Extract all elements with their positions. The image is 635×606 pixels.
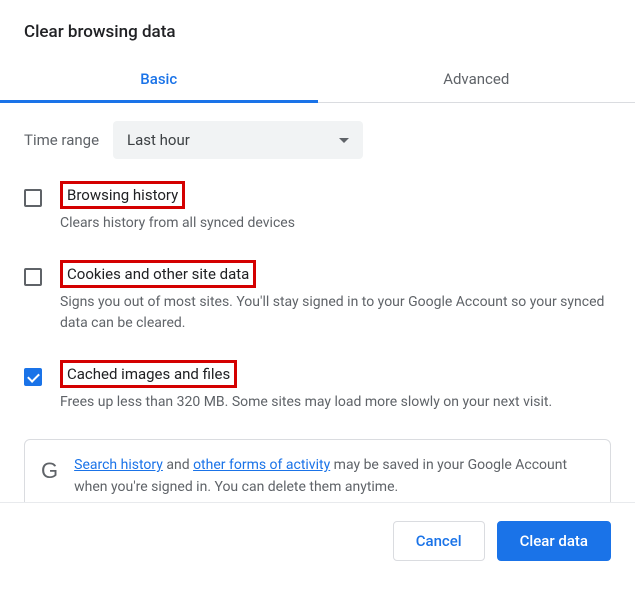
tab-basic[interactable]: Basic xyxy=(0,56,318,102)
checkbox-browsing-history[interactable] xyxy=(24,189,42,207)
cancel-button[interactable]: Cancel xyxy=(393,521,485,561)
info-text: Search history and other forms of activi… xyxy=(74,454,594,499)
option-cookies: Cookies and other site data Signs you ou… xyxy=(24,260,611,334)
option-desc: Signs you out of most sites. You'll stay… xyxy=(60,292,611,334)
option-cached: Cached images and files Frees up less th… xyxy=(24,360,611,413)
footer: Cancel Clear data xyxy=(0,503,635,579)
info-box: G Search history and other forms of acti… xyxy=(24,439,611,503)
link-search-history[interactable]: Search history xyxy=(74,457,163,473)
option-title: Cached images and files xyxy=(60,360,237,388)
option-desc: Clears history from all synced devices xyxy=(60,213,611,234)
tabs: Basic Advanced xyxy=(0,56,635,103)
info-text-part: and xyxy=(163,457,193,473)
checkbox-cookies[interactable] xyxy=(24,268,42,286)
option-desc: Frees up less than 320 MB. Some sites ma… xyxy=(60,392,611,413)
option-title: Cookies and other site data xyxy=(60,260,256,288)
option-title: Browsing history xyxy=(60,181,185,209)
time-range-row: Time range Last hour xyxy=(24,121,611,159)
time-range-value: Last hour xyxy=(127,131,190,149)
clear-data-button[interactable]: Clear data xyxy=(497,521,611,561)
tab-advanced[interactable]: Advanced xyxy=(318,56,635,102)
google-icon: G xyxy=(41,458,58,484)
chevron-down-icon xyxy=(339,138,349,143)
checkbox-cached[interactable] xyxy=(24,368,42,386)
option-browsing-history: Browsing history Clears history from all… xyxy=(24,181,611,234)
scroll-area[interactable]: Time range Last hour Browsing history Cl… xyxy=(0,103,635,503)
time-range-label: Time range xyxy=(24,131,99,149)
link-other-activity[interactable]: other forms of activity xyxy=(193,457,330,473)
time-range-select[interactable]: Last hour xyxy=(113,121,363,159)
dialog-title: Clear browsing data xyxy=(0,0,635,56)
